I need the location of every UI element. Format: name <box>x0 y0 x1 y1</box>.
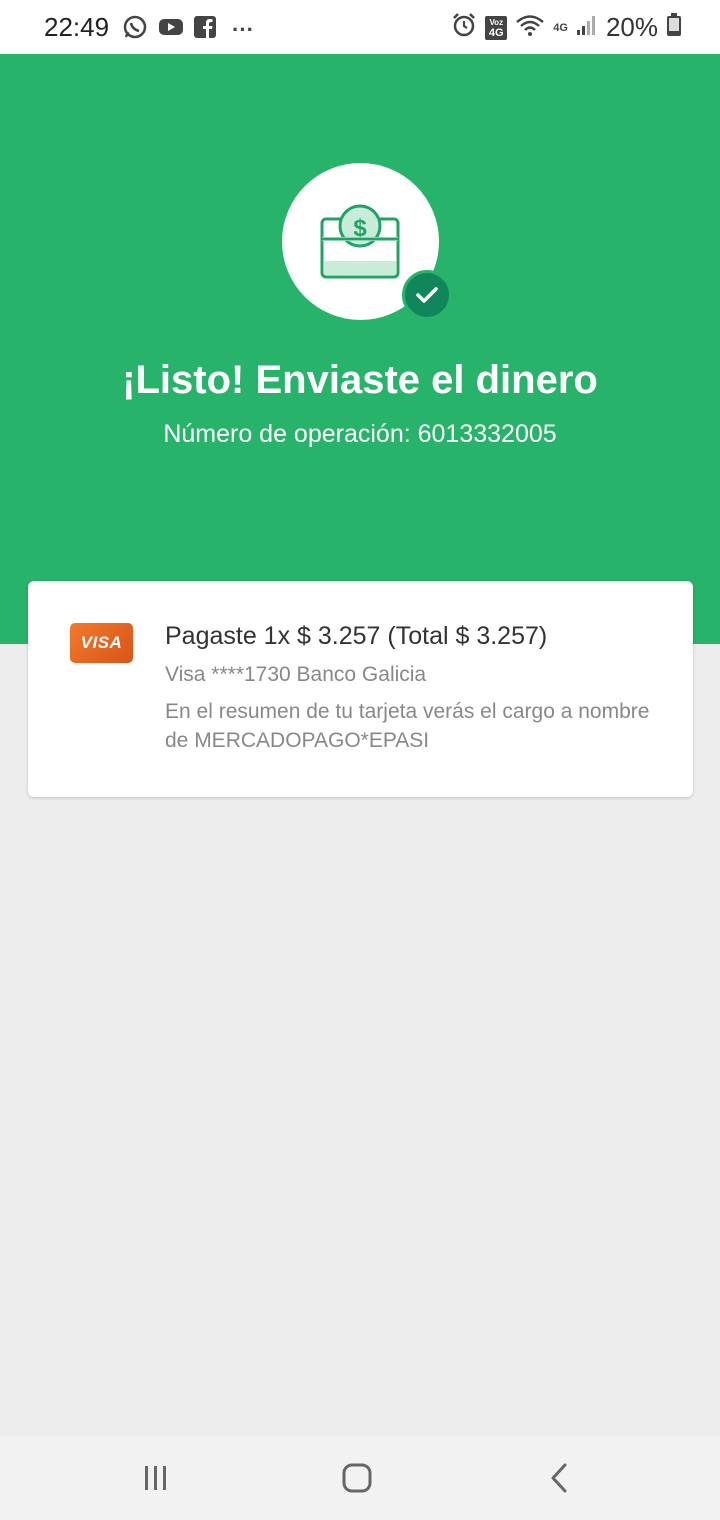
volte-bottom-label: 4G <box>488 26 504 39</box>
battery-icon <box>666 13 682 42</box>
payment-summary-card: VISA Pagaste 1x $ 3.257 (Total $ 3.257) … <box>28 581 693 797</box>
youtube-icon <box>158 17 184 42</box>
whatsapp-icon <box>122 14 148 45</box>
status-time: 22:49 <box>44 12 110 42</box>
wifi-icon <box>515 13 545 42</box>
system-nav-bar <box>0 1436 720 1520</box>
back-icon <box>551 1463 567 1493</box>
battery-percent: 20% <box>605 12 658 42</box>
statement-note: En el resumen de tu tarjeta verás el car… <box>165 700 650 752</box>
facebook-icon <box>194 16 216 43</box>
success-check-badge <box>402 270 452 320</box>
card-detail: Visa ****1730 Banco Galicia <box>165 663 427 686</box>
recent-apps-button[interactable] <box>126 1458 186 1498</box>
alarm-icon <box>451 12 477 43</box>
signal-icon <box>576 14 598 41</box>
operation-number: Número de operación: 6013332005 <box>163 420 557 448</box>
volte-icon: Voz 4G <box>485 15 508 40</box>
volte-top-label: Voz <box>489 17 504 27</box>
check-icon <box>416 287 438 303</box>
back-button[interactable] <box>529 1458 589 1498</box>
status-bar: 22:49 ··· Voz 4G 4G 20% <box>0 0 720 54</box>
network-type-label: 4G <box>553 21 568 34</box>
more-notifications: ··· <box>232 16 254 42</box>
payment-title: Pagaste 1x $ 3.257 (Total $ 3.257) <box>165 622 548 650</box>
home-icon <box>342 1463 372 1493</box>
visa-card-logo: VISA <box>70 623 133 663</box>
home-button[interactable] <box>327 1458 387 1498</box>
success-headline: ¡Listo! Enviaste el dinero <box>122 358 598 402</box>
success-header <box>0 54 720 644</box>
recent-apps-icon <box>145 1466 166 1490</box>
